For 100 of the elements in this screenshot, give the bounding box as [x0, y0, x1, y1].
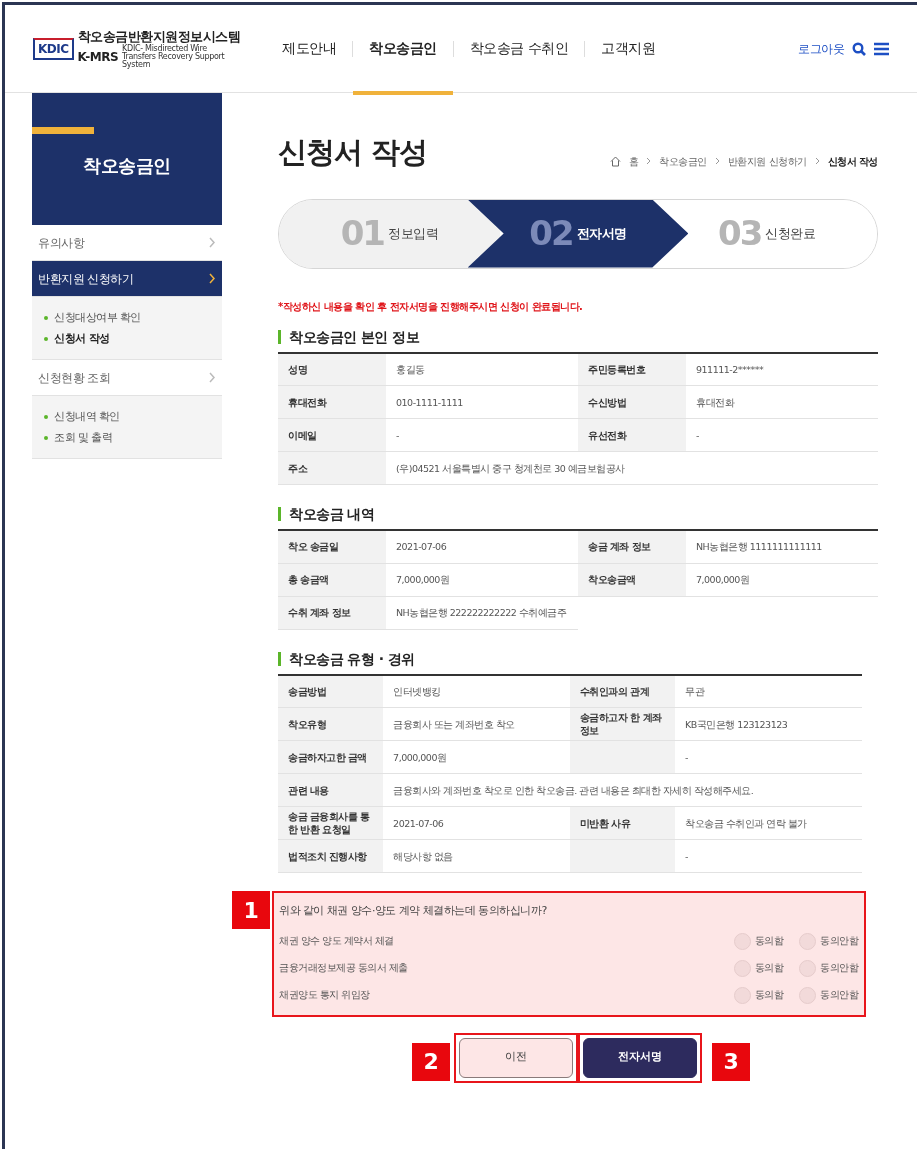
- annotation-marker: 3: [712, 1042, 750, 1081]
- logo-abbr: K-MRS: [77, 48, 119, 66]
- step-number: 01: [340, 212, 384, 255]
- field-value: 7,000,000원: [686, 563, 878, 596]
- option-label: 동의안함: [820, 960, 858, 975]
- action-button[interactable]: 전자서명: [583, 1037, 697, 1078]
- field-label: 착오송금액: [578, 563, 686, 596]
- field-label: 휴대전화: [278, 385, 386, 419]
- section-title: 착오송금 유형 · 경위: [278, 651, 878, 666]
- radio-button[interactable]: [733, 986, 751, 1004]
- submenu-item[interactable]: 신청서 작성: [44, 328, 222, 349]
- field-value: 금융회사 또는 계좌번호 착오: [383, 707, 570, 741]
- step-label: 정보입력: [388, 224, 438, 243]
- chevron-icon: [814, 157, 820, 165]
- radio-button[interactable]: [799, 959, 816, 977]
- field-label: 송금 금융회사를 통한 반환 요청일: [278, 806, 384, 840]
- chevron-icon: [208, 372, 216, 383]
- field-label: 성명: [278, 352, 386, 386]
- field-label: 주소: [278, 451, 386, 485]
- field-label: 수신방법: [578, 385, 686, 419]
- field-label: 법적조치 진행사항: [278, 839, 384, 873]
- field-value: -: [686, 418, 878, 452]
- field-label: 미반환 사유: [570, 806, 676, 840]
- field-label: 송금방법: [278, 674, 384, 708]
- search-icon[interactable]: [852, 41, 866, 56]
- field-value: 인터넷뱅킹: [383, 674, 570, 708]
- nav-tab[interactable]: 착오송금 수취인: [453, 6, 585, 95]
- field-label: 송금하고자 한 계좌 정보: [570, 707, 676, 741]
- page-title: 신청서 작성: [278, 134, 428, 171]
- field-label: 관련 내용: [278, 773, 384, 807]
- logo-subtitle: KDIC- Misdirected Wire Transfers Recovery Support System: [122, 44, 225, 69]
- annotation-marker: 2: [412, 1042, 450, 1081]
- menu-icon[interactable]: [874, 41, 889, 56]
- field-label: 주민등록번호: [578, 352, 686, 386]
- breadcrumb-link[interactable]: 착오송금인: [659, 153, 707, 169]
- field-label: 송금하자고한 금액: [278, 740, 384, 774]
- field-value: 무관: [675, 674, 862, 708]
- option-label: 동의안함: [820, 933, 858, 948]
- radio-button[interactable]: [733, 932, 751, 950]
- logo-title: 착오송금반환지원정보시스템: [77, 28, 242, 44]
- accent-bar: [32, 127, 94, 134]
- breadcrumb-link[interactable]: 홈: [628, 153, 639, 169]
- field-value: 2021-07-06: [383, 806, 570, 840]
- option-label: 동의안함: [820, 987, 858, 1002]
- field-value: 해당사항 없음: [383, 839, 570, 873]
- nav-tab[interactable]: 제도안내: [266, 6, 353, 95]
- submenu-item[interactable]: 신청내역 확인: [44, 406, 222, 427]
- field-value: 휴대전화: [686, 385, 878, 419]
- chevron-icon: [714, 157, 720, 165]
- radio-button[interactable]: [799, 986, 816, 1004]
- field-value: 착오송금 수취인과 연락 불가: [675, 806, 862, 840]
- field-label: 수취 계좌 정보: [278, 596, 386, 629]
- section-title: 착오송금 내역: [278, 507, 878, 521]
- field-label: 수취인과의 관계: [570, 674, 676, 708]
- nav-tab[interactable]: 착오송금인: [353, 6, 453, 95]
- consent-item-label: 금융거래정보제공 동의서 제출: [279, 960, 408, 975]
- annotation-marker: 1: [232, 891, 270, 929]
- field-value: NH농협은행 222222222222 수취예금주: [386, 596, 578, 629]
- field-value: (우)04521 서울특별시 중구 청계천로 30 예금보험공사: [386, 451, 878, 485]
- field-value: 금융회사와 계좌번호 착오로 인한 착오송금. 관련 내용은 최대한 자세히 작성해주세요.: [383, 773, 862, 807]
- chevron-icon: [646, 157, 652, 165]
- breadcrumb-link[interactable]: 신청서 작성: [827, 153, 878, 169]
- submenu-item[interactable]: 조회 및 출력: [44, 427, 222, 448]
- breadcrumb-link[interactable]: 반환지원 신청하기: [727, 153, 807, 169]
- field-value: NH농협은행 1111111111111: [686, 530, 878, 563]
- field-value: 911111-2******: [686, 352, 878, 386]
- radio-button[interactable]: [733, 959, 751, 977]
- option-label: 동의함: [754, 987, 783, 1002]
- nav-tab[interactable]: 고객지원: [585, 6, 672, 95]
- consent-question: 위와 같이 채권 양수·양도 계약 체결하는데 동의하십니까?: [279, 903, 548, 919]
- field-value: -: [675, 839, 862, 873]
- chevron-icon: [208, 273, 216, 284]
- field-label: 착오 송금일: [278, 530, 386, 563]
- logout-link[interactable]: 로그아웃: [798, 39, 844, 58]
- field-label: 이메일: [278, 418, 386, 452]
- section-title: 착오송금인 본인 정보: [278, 329, 878, 344]
- step-label: 신청완료: [765, 224, 816, 243]
- sidebar-title: 착오송금인: [83, 153, 171, 178]
- step-number: 03: [718, 212, 762, 255]
- sidebar-item[interactable]: 반환지원 신청하기: [32, 261, 222, 297]
- notice-text: *작성하신 내용을 확인 후 전자서명을 진행해주시면 신청이 완료됩니다.: [278, 299, 584, 314]
- action-button[interactable]: 이전: [459, 1037, 573, 1078]
- option-label: 동의함: [754, 960, 783, 975]
- consent-item-label: 채권양도 통지 위임장: [279, 987, 370, 1002]
- field-value: -: [675, 740, 862, 774]
- chevron-icon: [208, 237, 216, 248]
- radio-button[interactable]: [799, 932, 816, 950]
- field-value: KB국민은행 123123123: [675, 707, 862, 741]
- field-label: 송금 계좌 정보: [578, 530, 686, 563]
- field-label: 총 송금액: [278, 563, 386, 596]
- field-label: 유선전화: [578, 418, 686, 452]
- submenu-item[interactable]: 신청대상여부 확인: [44, 307, 222, 328]
- step-number: 02: [529, 212, 573, 255]
- consent-item-label: 채권 양수 양도 계약서 체결: [279, 933, 394, 948]
- logo-mark: KDIC: [33, 37, 74, 60]
- field-value: 7,000,000원: [383, 740, 570, 774]
- option-label: 동의함: [754, 933, 783, 948]
- step-label: 전자서명: [576, 224, 627, 243]
- home-icon: [609, 155, 621, 167]
- field-label: 착오유형: [278, 707, 384, 741]
